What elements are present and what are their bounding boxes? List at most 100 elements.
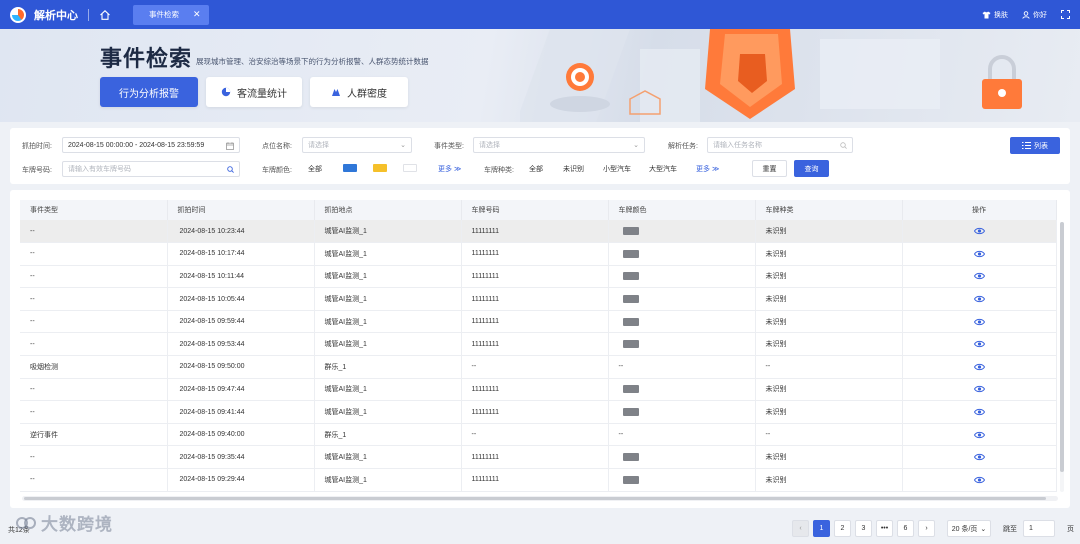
cell-plate-color	[608, 265, 756, 289]
page-1[interactable]: 1	[813, 520, 830, 537]
jump-page-input[interactable]: 1	[1023, 520, 1055, 537]
chevron-down-icon: ⌄	[980, 525, 987, 533]
cell-actions	[902, 242, 1057, 266]
plate-kind-more[interactable]: 更多 ≫	[696, 164, 719, 174]
col-plate-color[interactable]: 车牌颜色	[608, 200, 756, 220]
table-row[interactable]: -- 2024-08-15 09:41:44 城管AI监测_1 11111111 未识别	[20, 400, 1057, 424]
cell-plate-color	[608, 378, 756, 402]
plate-input[interactable]: 请输入有效车牌号码	[62, 161, 240, 177]
view-icon[interactable]	[973, 385, 985, 393]
task-input[interactable]: 请输入任务名称	[707, 137, 853, 153]
plate-color-yellow[interactable]	[373, 164, 387, 172]
cell-plate-number: 11111111	[461, 378, 609, 402]
results-table-panel: 事件类型 抓拍时间 抓拍地点 车牌号码 车牌颜色 车牌种类 操作 -- 2024-…	[10, 190, 1070, 508]
tab-label: 事件检索	[149, 10, 179, 19]
fullscreen-icon[interactable]	[1061, 10, 1070, 19]
cell-capture-time: 2024-08-15 10:23:44	[167, 220, 315, 244]
cell-plate-number: 11111111	[461, 242, 609, 266]
view-icon[interactable]	[973, 363, 985, 371]
plate-kind-large[interactable]: 大型汽车	[649, 164, 677, 174]
user-menu[interactable]: 你好	[1022, 10, 1047, 20]
list-view-button[interactable]: 列表	[1010, 137, 1060, 154]
view-icon[interactable]	[973, 340, 985, 348]
view-icon[interactable]	[973, 295, 985, 303]
plate-kind-all[interactable]: 全部	[529, 164, 543, 174]
cell-plate-kind: 未识别	[755, 220, 903, 244]
table-row[interactable]: -- 2024-08-15 10:11:44 城管AI监测_1 11111111 未识别	[20, 265, 1057, 289]
view-icon[interactable]	[973, 453, 985, 461]
cell-event-type: --	[20, 332, 168, 357]
filter-panel: 抓拍时间: 2024-08-15 00:00:00 - 2024-08-15 2…	[10, 128, 1070, 184]
task-placeholder: 请输入任务名称	[713, 142, 762, 149]
cell-event-type: --	[20, 378, 168, 402]
table-row[interactable]: -- 2024-08-15 10:17:44 城管AI监测_1 11111111 未识别	[20, 242, 1057, 266]
tab-crowd-density[interactable]: 人群密度	[310, 77, 408, 107]
col-plate-number[interactable]: 车牌号码	[461, 200, 609, 220]
plate-color-more[interactable]: 更多 ≫	[438, 164, 461, 174]
col-plate-kind[interactable]: 车牌种类	[755, 200, 903, 220]
home-icon[interactable]	[99, 9, 111, 21]
chevron-down-icon: ⌄	[633, 142, 639, 149]
plate-kind-unrecognized[interactable]: 未识别	[563, 164, 584, 174]
plate-color-blue[interactable]	[343, 164, 357, 172]
cell-capture-place: 城管AI监测_1	[314, 378, 462, 402]
event-type-select[interactable]: 请选择 ⌄	[473, 137, 645, 153]
cell-plate-color	[608, 310, 756, 334]
plate-color-white[interactable]	[403, 164, 417, 172]
skin-button[interactable]: 换肤	[982, 10, 1008, 20]
view-icon[interactable]	[973, 272, 985, 280]
tab-behavior-alarm[interactable]: 行为分析报警	[100, 77, 198, 107]
search-icon	[227, 166, 234, 173]
view-icon[interactable]	[973, 408, 985, 416]
page-ellipsis[interactable]: •••	[876, 520, 893, 537]
view-icon[interactable]	[973, 318, 985, 326]
cell-plate-kind: 未识别	[755, 378, 903, 402]
table-row[interactable]: 逆行事件 2024-08-15 09:40:00 群乐_1 -- -- --	[20, 423, 1057, 447]
table-row[interactable]: -- 2024-08-15 09:53:44 城管AI监测_1 11111111 未识别	[20, 332, 1057, 357]
page-2[interactable]: 2	[834, 520, 851, 537]
table-row[interactable]: -- 2024-08-15 09:59:44 城管AI监测_1 11111111 未识别	[20, 310, 1057, 334]
tab-traffic-stats[interactable]: 客流量统计	[206, 77, 302, 107]
table-row[interactable]: -- 2024-08-15 09:47:44 城管AI监测_1 11111111 未识别	[20, 378, 1057, 402]
prev-page-button[interactable]: ‹	[792, 520, 809, 537]
cell-actions	[902, 378, 1057, 402]
col-capture-time[interactable]: 抓拍时间	[167, 200, 315, 220]
table-row[interactable]: -- 2024-08-15 10:23:44 城管AI监测_1 11111111 未识别	[20, 220, 1057, 244]
plate-color-swatch	[622, 475, 639, 484]
cell-plate-kind: 未识别	[755, 242, 903, 266]
table-row[interactable]: 吸烟检测 2024-08-15 09:50:00 群乐_1 -- -- --	[20, 355, 1057, 379]
next-page-button[interactable]: ›	[918, 520, 935, 537]
reset-button[interactable]: 重置	[752, 160, 787, 177]
view-icon[interactable]	[973, 431, 985, 439]
table-row[interactable]: -- 2024-08-15 09:29:44 城管AI监测_1 11111111 未识别	[20, 468, 1057, 492]
cell-capture-time: 2024-08-15 09:35:44	[167, 445, 315, 470]
banner-illustration	[520, 29, 1022, 122]
view-icon[interactable]	[973, 227, 985, 235]
table-row[interactable]: -- 2024-08-15 09:35:44 城管AI监测_1 11111111 未识别	[20, 445, 1057, 470]
scrollbar-thumb[interactable]	[1060, 222, 1064, 472]
page-6[interactable]: 6	[897, 520, 914, 537]
scrollbar-thumb[interactable]	[24, 497, 1046, 500]
tab-event-search[interactable]: 事件检索 ✕	[133, 4, 209, 25]
cell-event-type: --	[20, 265, 168, 289]
plate-color-all[interactable]: 全部	[308, 164, 322, 174]
cell-capture-time: 2024-08-15 10:05:44	[167, 287, 315, 311]
page-3[interactable]: 3	[855, 520, 872, 537]
point-placeholder: 请选择	[308, 142, 329, 149]
table-row[interactable]: -- 2024-08-15 10:05:44 城管AI监测_1 11111111 未识别	[20, 287, 1057, 311]
search-button[interactable]: 查询	[794, 160, 829, 177]
view-icon[interactable]	[973, 250, 985, 258]
col-event-type[interactable]: 事件类型	[20, 200, 168, 220]
horizontal-scrollbar[interactable]	[22, 496, 1058, 501]
cell-plate-color	[608, 445, 756, 470]
user-icon	[1022, 10, 1030, 19]
close-icon[interactable]: ✕	[193, 9, 201, 20]
time-range-input[interactable]: 2024-08-15 00:00:00 - 2024-08-15 23:59:5…	[62, 137, 240, 153]
vertical-scrollbar[interactable]	[1060, 222, 1064, 492]
page-size-select[interactable]: 20 条/页 ⌄	[947, 520, 991, 537]
view-icon[interactable]	[973, 476, 985, 484]
point-select[interactable]: 请选择 ⌄	[302, 137, 412, 153]
cell-actions	[902, 423, 1057, 447]
col-capture-place[interactable]: 抓拍地点	[314, 200, 462, 220]
plate-kind-small[interactable]: 小型汽车	[603, 164, 631, 174]
